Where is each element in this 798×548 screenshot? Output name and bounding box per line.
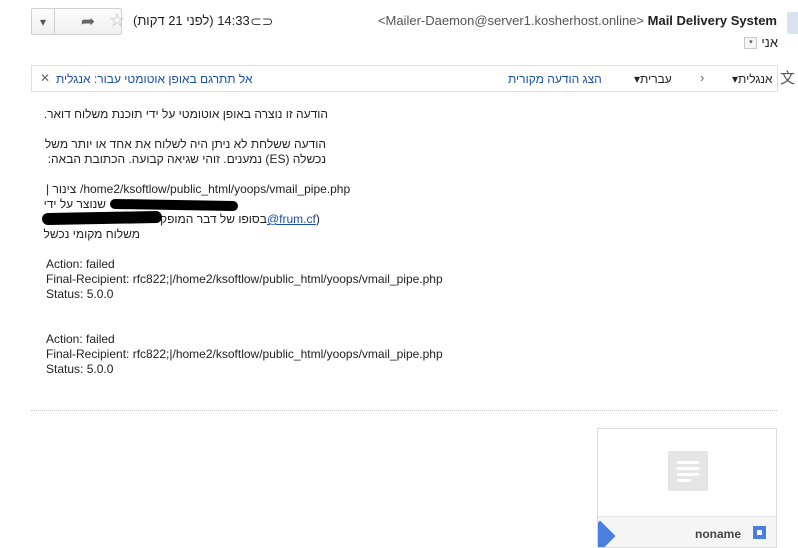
redaction-scribble — [109, 198, 239, 212]
show-original-link[interactable]: הצג הודעה מקורית — [508, 72, 602, 86]
sender-name[interactable]: Mail Delivery System — [648, 13, 777, 28]
pipe-prefix: צינור | — [46, 182, 77, 196]
source-language-label: אנגלית — [738, 72, 773, 86]
attachment-card[interactable]: noname — [597, 428, 777, 548]
redacted-email-link[interactable]: @frum.cf — [267, 212, 316, 226]
body-line-7: משלוח מקומי נכשל — [43, 227, 140, 241]
body-line-3: נכשלה (ES) נמענים. זוהי שגיאה קבועה. הכת… — [47, 152, 326, 166]
block1-action: Action: failed — [46, 257, 115, 271]
block2-action: Action: failed — [46, 332, 115, 346]
block1-recipient: Final-Recipient: rfc822;|/home2/ksoftlow… — [46, 272, 443, 286]
body-line-2: הודעה ששלחת לא ניתן היה לשלוח את אחד או … — [44, 137, 326, 151]
body-line-1: הודעה זו נוצרה באופן אוטומטי על ידי תוכנ… — [43, 107, 328, 121]
attachment-filename: noname — [694, 527, 741, 541]
pipe-path: /home2/ksoftlow/public_html/yoops/vmail_… — [80, 182, 351, 196]
message-time: 14:33 (לפני 21 דקות) — [133, 13, 250, 28]
star-icon[interactable]: ☆ — [109, 10, 125, 31]
translate-bar: ✕ אל תתרגם באופן אוטומטי עבור: אנגלית הצ… — [31, 65, 778, 92]
block1-status: Status: 5.0.0 — [46, 287, 114, 301]
attachments-divider — [31, 410, 777, 411]
body-line-5: שנוצר על ידי — [43, 197, 106, 211]
reply-arrow-icon: ➦ — [80, 11, 96, 31]
close-icon[interactable]: ✕ — [40, 71, 50, 85]
target-language-select[interactable]: ▾עברית — [634, 72, 672, 86]
more-actions-button[interactable]: ▾ — [31, 8, 55, 35]
source-language-select[interactable]: ▾אנגלית — [732, 72, 773, 86]
redaction-scribble — [41, 210, 163, 226]
recipient-name: אני — [761, 35, 778, 50]
translate-icon: 文 — [780, 70, 796, 87]
sender-email: <Mailer-Daemon@server1.kosherhost.online… — [377, 13, 645, 28]
sender-line: <Mailer-Daemon@server1.kosherhost.online… — [378, 13, 777, 28]
body-line-6: בסופו של דבר המופק@frum.cf) — [160, 212, 320, 226]
chevron-down-icon: ▾ — [39, 14, 47, 29]
attachment-footer: noname — [598, 516, 776, 547]
chevron-right-icon: › — [700, 70, 705, 85]
block2-recipient: Final-Recipient: rfc822;|/home2/ksoftlow… — [46, 347, 443, 361]
target-language-label: עברית — [640, 72, 672, 86]
document-icon — [668, 451, 708, 491]
attachment-clip-icon: ⊂⊃ — [250, 13, 274, 29]
recipient-details-dropdown[interactable]: ▾ — [744, 36, 758, 49]
sender-avatar[interactable] — [787, 12, 798, 34]
turn-off-translation-link[interactable]: אל תתרגם באופן אוטומטי עבור: אנגלית — [56, 72, 253, 86]
recipient-line: אני ▾ — [744, 35, 778, 50]
block2-status: Status: 5.0.0 — [46, 362, 114, 376]
line6-text: בסופו של דבר המופק — [160, 212, 267, 226]
file-type-icon — [753, 526, 766, 539]
